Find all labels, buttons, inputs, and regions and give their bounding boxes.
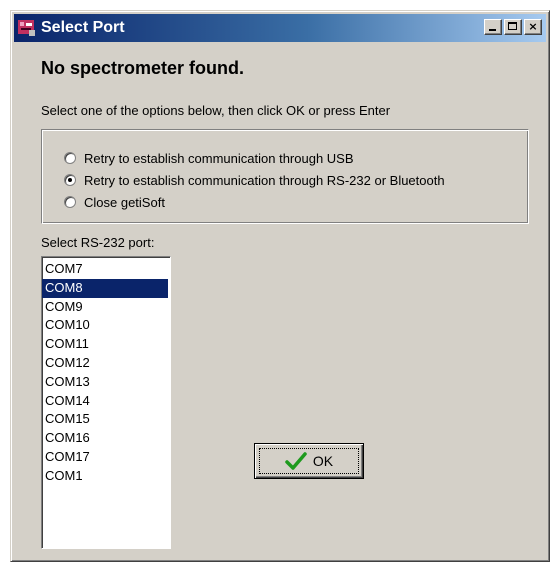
ok-button[interactable]: OK (254, 443, 364, 479)
dialog-heading: No spectrometer found. (41, 58, 245, 78)
list-item[interactable]: COM13 (42, 373, 170, 392)
list-item[interactable]: COM17 (42, 448, 170, 467)
list-item[interactable]: COM16 (42, 429, 170, 448)
option-label: Close getiSoft (84, 194, 165, 210)
instruction-text: Select one of the options below, then cl… (41, 103, 391, 118)
option-label: Retry to establish communication through… (84, 150, 354, 166)
option-retry-rs232[interactable]: Retry to establish communication through… (64, 171, 445, 189)
option-label: Retry to establish communication through… (84, 172, 445, 188)
minimize-icon (489, 29, 496, 31)
title-bar[interactable]: Select Port × (14, 14, 546, 42)
list-item[interactable]: COM10 (42, 316, 170, 335)
radio-button[interactable] (64, 152, 76, 164)
app-icon (18, 20, 35, 36)
minimize-button[interactable] (484, 19, 502, 35)
list-item[interactable]: COM11 (42, 335, 170, 354)
list-item-selected[interactable]: COM8 (42, 278, 168, 298)
focus-rectangle (259, 448, 359, 474)
list-item[interactable]: COM15 (42, 410, 170, 429)
radio-button[interactable] (64, 196, 76, 208)
maximize-button[interactable] (504, 19, 522, 35)
options-group: Retry to establish communication through… (41, 129, 529, 224)
list-item[interactable]: COM12 (42, 354, 170, 373)
maximize-icon (508, 22, 517, 30)
select-port-dialog: Select Port × No spectrometer found. Sel… (10, 10, 550, 562)
list-item[interactable]: COM9 (42, 298, 170, 317)
port-listbox[interactable]: COM7 COM8 COM9 COM10 COM11 COM12 COM13 C… (41, 256, 171, 549)
option-retry-usb[interactable]: Retry to establish communication through… (64, 149, 354, 167)
radio-button-checked[interactable] (64, 174, 76, 186)
list-item[interactable]: COM14 (42, 392, 170, 411)
port-list-label: Select RS-232 port: (41, 235, 155, 250)
list-item[interactable]: COM1 (42, 467, 170, 486)
window-title: Select Port (41, 19, 125, 36)
option-close[interactable]: Close getiSoft (64, 193, 165, 211)
close-icon: × (528, 20, 538, 33)
close-button[interactable]: × (524, 19, 542, 35)
list-item[interactable]: COM7 (42, 260, 170, 279)
